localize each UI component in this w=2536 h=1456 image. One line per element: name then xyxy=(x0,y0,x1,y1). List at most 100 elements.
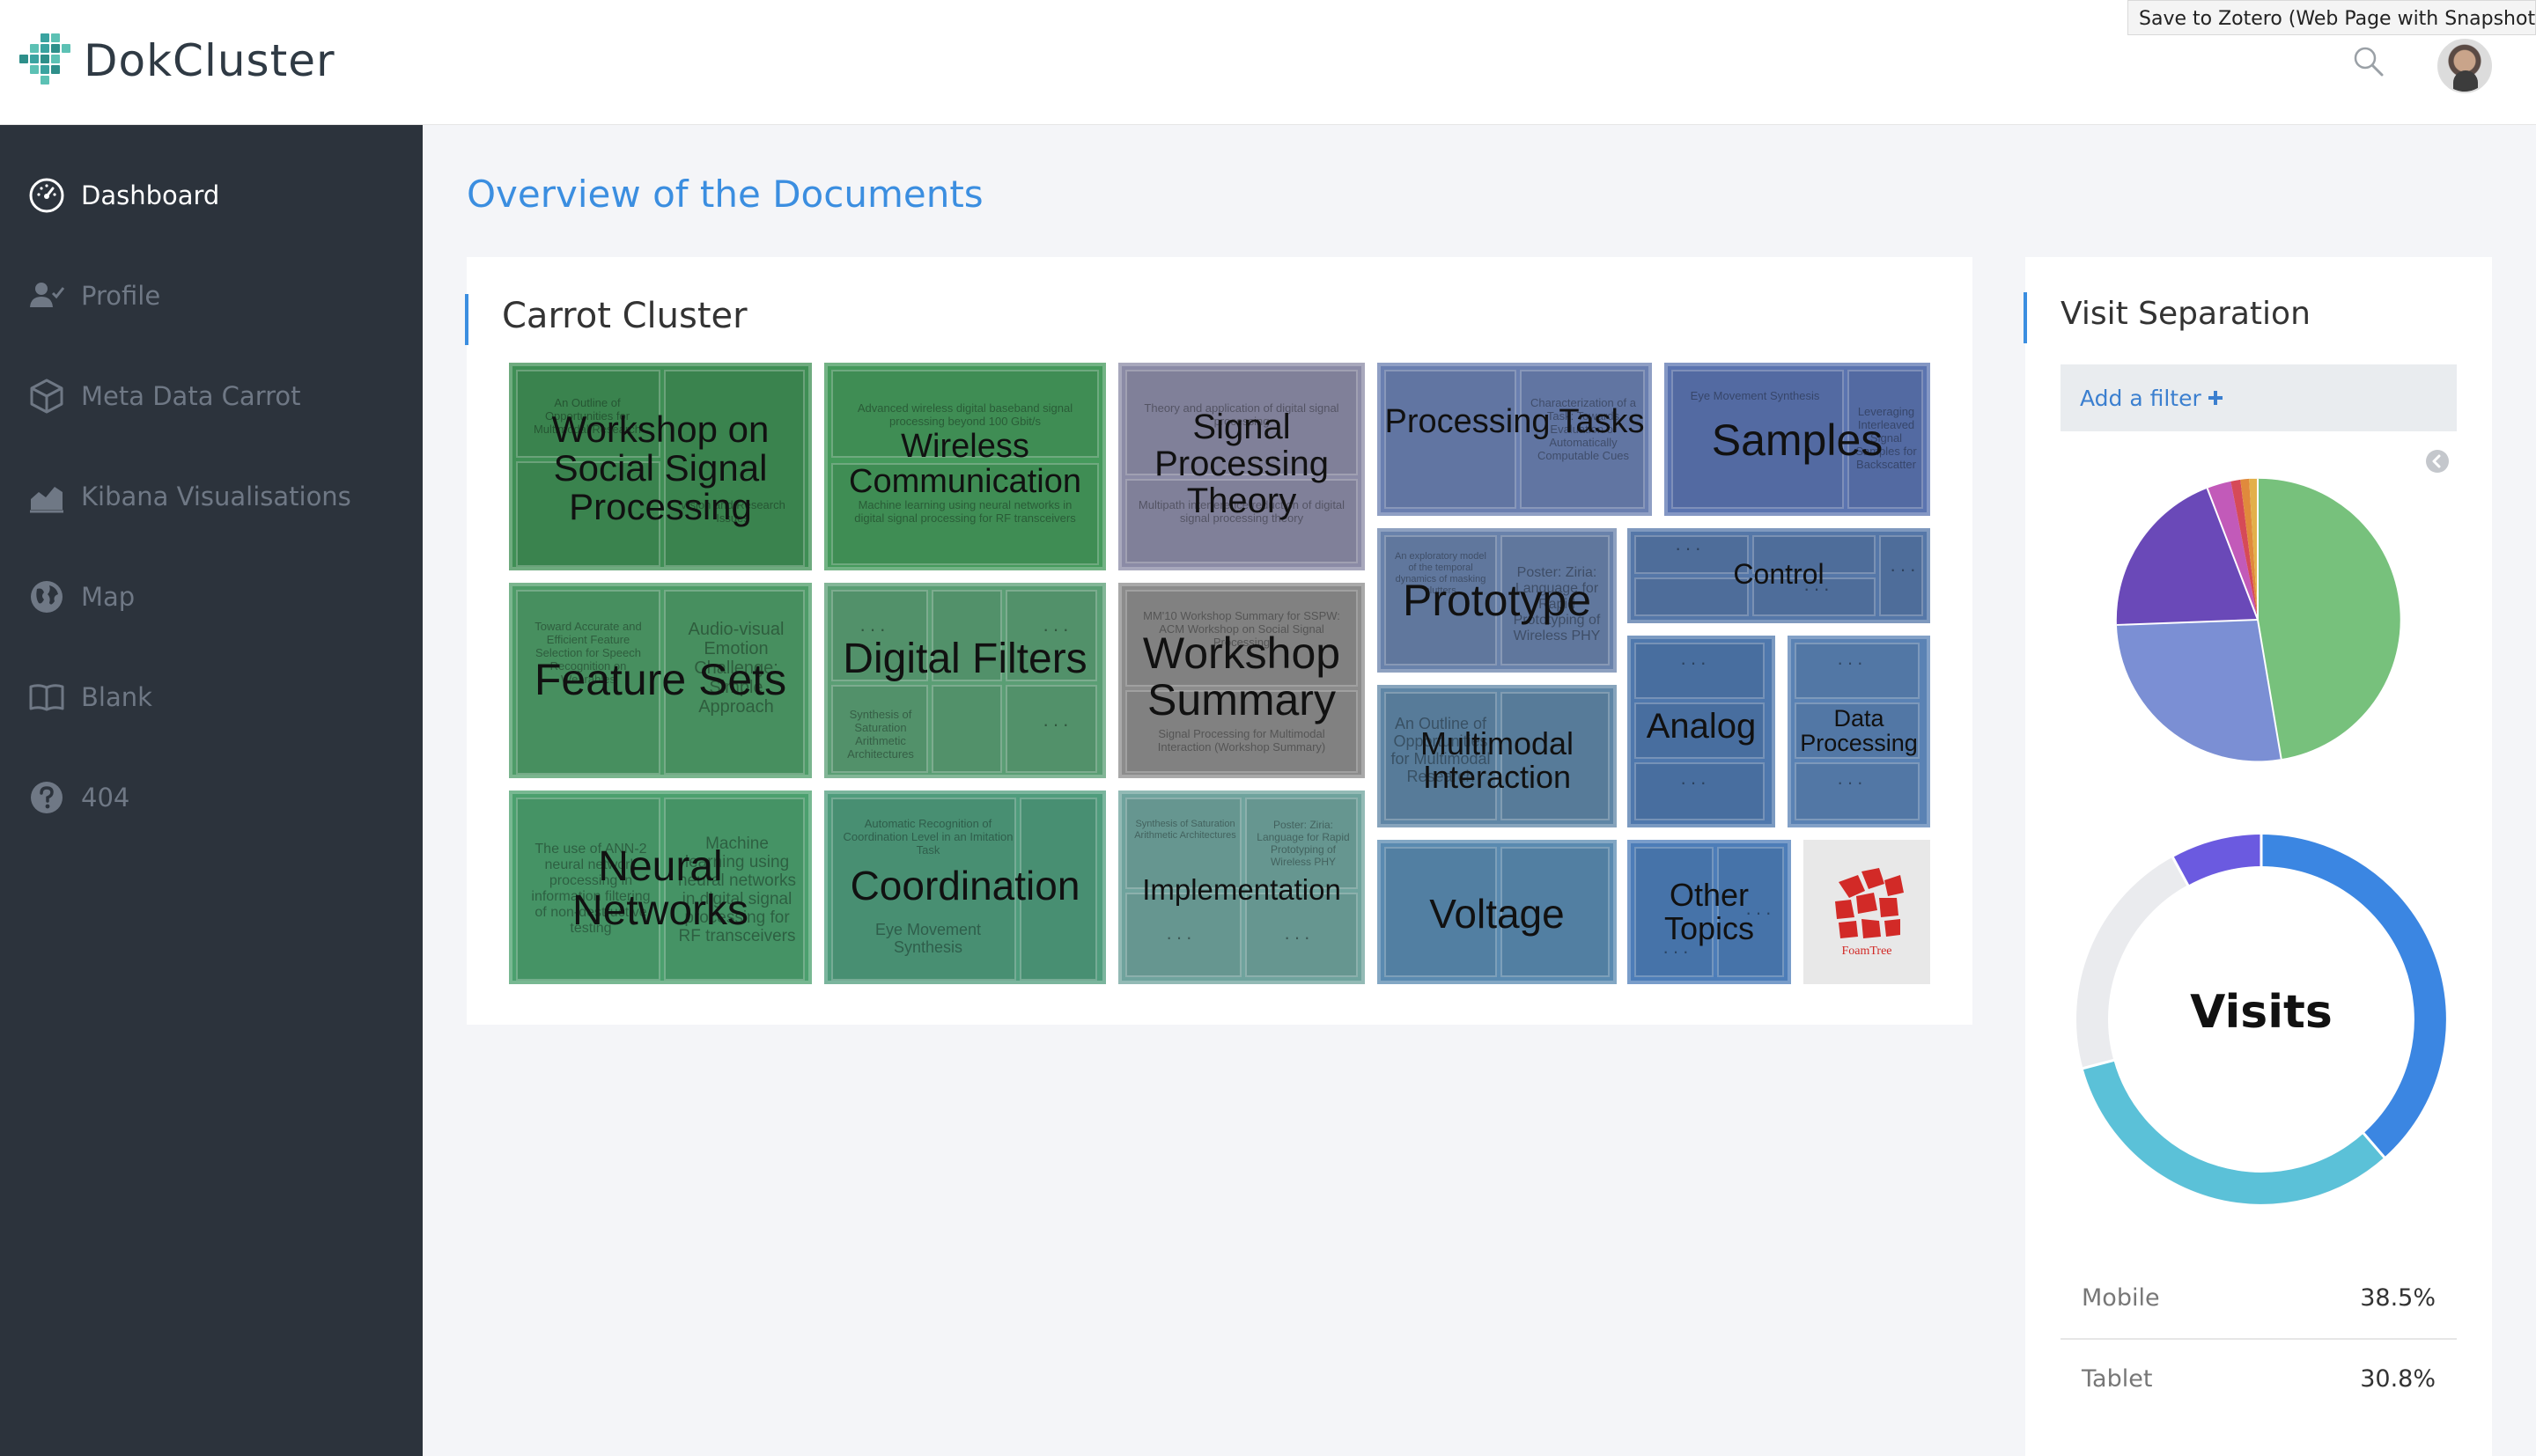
add-filter-button[interactable]: Add a filter xyxy=(2060,364,2457,431)
area-chart-icon xyxy=(30,487,63,513)
cluster-cell[interactable]: Toward Accurate and Efficient Feature Se… xyxy=(509,583,812,778)
stat-label: Tablet xyxy=(2082,1364,2153,1393)
carrot-cluster-treemap[interactable]: An Outline of Opportunities for Multimod… xyxy=(509,363,1930,984)
cluster-cell[interactable]: An Outline of Opportunities for Multimod… xyxy=(1377,685,1617,827)
cluster-cell[interactable]: An exploratory model of the temporal dyn… xyxy=(1377,528,1617,673)
stat-label: Mobile xyxy=(2082,1283,2160,1312)
more-dots: ··· xyxy=(1680,771,1710,793)
cluster-label: Workshop on Social Signal Processing xyxy=(551,408,770,528)
cluster-snippet: Eye Movement Synthesis xyxy=(874,921,982,956)
cluster-label: Digital Filters xyxy=(843,636,1087,682)
donut-segment-desktop[interactable] xyxy=(2172,835,2262,886)
cluster-snippet: Synthesis of Saturation Arithmetic Archi… xyxy=(1134,819,1236,841)
zotero-tooltip: Save to Zotero (Web Page with Snapshot) xyxy=(2127,0,2536,35)
cluster-label: Data Processing xyxy=(1800,705,1918,757)
cluster-label: Workshop Summary xyxy=(1142,629,1341,724)
cluster-snippet: Eye Movement Synthesis xyxy=(1690,389,1820,402)
donut-center-label: Visits xyxy=(2190,986,2333,1039)
sidebar-item-404[interactable]: 404 xyxy=(0,762,423,833)
dashboard-gauge-icon xyxy=(29,178,64,213)
more-dots: ··· xyxy=(1837,771,1867,793)
cluster-snippet: Synthesis of Saturation Arithmetic Archi… xyxy=(847,708,914,761)
cluster-label: Analog xyxy=(1646,707,1757,746)
cluster-label: Samples xyxy=(1711,415,1884,465)
card-title-accent xyxy=(465,294,468,345)
cluster-snippet: Signal Processing for Multimodal Interac… xyxy=(1157,727,1326,754)
sidebar-item-map[interactable]: Map xyxy=(0,562,423,632)
sidebar-item-label: Profile xyxy=(81,281,161,311)
cluster-cell[interactable]: ··· ··· ··· Control xyxy=(1627,528,1930,623)
chevron-left-circle-icon[interactable] xyxy=(2425,449,2450,474)
foamtree-label: FoamTree xyxy=(1841,945,1891,958)
sidebar-item-label: 404 xyxy=(81,783,130,813)
question-circle-icon xyxy=(31,782,63,813)
pie-slice[interactable] xyxy=(2116,620,2282,761)
sidebar-item-label: Kibana Visualisations xyxy=(81,482,351,511)
globe-icon xyxy=(31,581,63,613)
foamtree-logo-icon: FoamTree xyxy=(1835,868,1904,958)
stat-value: 30.8% xyxy=(2360,1364,2436,1393)
user-avatar[interactable] xyxy=(2437,39,2492,93)
cluster-label: Voltage xyxy=(1429,891,1565,937)
cluster-label: Signal Processing Theory xyxy=(1154,408,1329,520)
sidebar-item-label: Dashboard xyxy=(81,180,220,210)
more-dots: ··· xyxy=(1043,713,1073,735)
cluster-cell[interactable]: Voltage xyxy=(1377,840,1617,984)
brand-name[interactable]: DokCluster xyxy=(84,35,335,86)
cluster-cell[interactable]: ··· ··· Other Topics xyxy=(1627,840,1791,984)
pie-slice[interactable] xyxy=(2258,478,2400,760)
cluster-cell[interactable]: MM'10 Workshop Summary for SSPW: ACM Wor… xyxy=(1118,583,1365,778)
visit-pie-chart[interactable] xyxy=(2110,472,2406,768)
sidebar-item-label: Meta Data Carrot xyxy=(81,381,301,411)
sidebar-item-meta-data-carrot[interactable]: Meta Data Carrot xyxy=(0,361,423,431)
cluster-snippet: Automatic Recognition of Coordination Le… xyxy=(843,817,1014,857)
more-dots: ··· xyxy=(1680,651,1710,673)
cube-icon xyxy=(30,379,63,414)
donut-segment-tablet[interactable] xyxy=(2083,1060,2385,1204)
stat-value: 38.5% xyxy=(2360,1283,2436,1312)
user-check-icon xyxy=(30,283,65,307)
cluster-cell[interactable]: Automatic Recognition of Coordination Le… xyxy=(824,791,1106,984)
cluster-label: Prototype xyxy=(1402,576,1591,625)
cluster-label: Feature Sets xyxy=(534,655,787,704)
cluster-label: Processing Tasks xyxy=(1384,403,1645,440)
foamtree-logo[interactable]: FoamTree xyxy=(1803,840,1930,984)
cluster-label: Multimodal Interaction xyxy=(1419,725,1574,795)
cluster-snippet: Advanced wireless digital baseband signa… xyxy=(857,401,1073,428)
sidebar-item-label: Blank xyxy=(81,682,152,712)
cluster-cell[interactable]: Theory and application of digital signal… xyxy=(1118,363,1365,570)
cluster-label: Other Topics xyxy=(1663,877,1755,946)
cluster-cell[interactable]: Synthesis of Saturation Arithmetic Archi… xyxy=(1118,791,1365,984)
cluster-cell[interactable]: Eye Movement Synthesis Leveraging Interl… xyxy=(1664,363,1930,516)
dokcluster-logo-icon[interactable] xyxy=(19,32,74,86)
sidebar: Dashboard Profile Meta Data Carrot Kiban… xyxy=(0,125,423,1456)
sidebar-item-blank[interactable]: Blank xyxy=(0,662,423,732)
cluster-cell[interactable]: An Outline of Opportunities for Multimod… xyxy=(509,363,812,570)
cluster-cell[interactable]: The use of ANN-2 neural network processi… xyxy=(509,791,812,984)
cluster-cell[interactable]: ··· ··· Analog xyxy=(1627,636,1775,827)
carrot-cluster-title: Carrot Cluster xyxy=(502,296,748,336)
cluster-snippet: Poster: Ziria: Language for Rapid Protot… xyxy=(1257,819,1350,868)
cluster-cell[interactable]: Advanced wireless digital baseband signa… xyxy=(824,363,1106,570)
stat-row-tablet: Tablet 30.8% xyxy=(2060,1338,2457,1419)
sidebar-item-profile[interactable]: Profile xyxy=(0,261,423,331)
visit-separation-title: Visit Separation xyxy=(2060,296,2311,332)
cluster-snippet: Machine learning using neural networks i… xyxy=(854,498,1076,525)
page-title: Overview of the Documents xyxy=(467,173,984,216)
cluster-cell[interactable]: ··· ··· Data Processing xyxy=(1788,636,1930,827)
cluster-cell[interactable]: Characterization of a Task: Towards Eval… xyxy=(1377,363,1652,516)
cluster-cell[interactable]: ··· ··· ··· Synthesis of Saturation Arit… xyxy=(824,583,1106,778)
book-icon xyxy=(29,684,64,711)
cluster-label: Control xyxy=(1733,558,1825,590)
more-dots: ··· xyxy=(1166,926,1196,948)
cluster-label: Implementation xyxy=(1142,873,1341,906)
more-dots: ··· xyxy=(1675,537,1705,559)
search-icon[interactable] xyxy=(2351,44,2386,79)
sidebar-item-kibana-visualisations[interactable]: Kibana Visualisations xyxy=(0,461,423,532)
plus-icon xyxy=(2208,391,2223,405)
sidebar-item-dashboard[interactable]: Dashboard xyxy=(0,160,423,231)
cluster-label: Neural Networks xyxy=(571,843,749,935)
more-dots: ··· xyxy=(1837,651,1867,673)
sidebar-item-label: Map xyxy=(81,582,136,612)
card-title-accent xyxy=(2024,292,2027,343)
